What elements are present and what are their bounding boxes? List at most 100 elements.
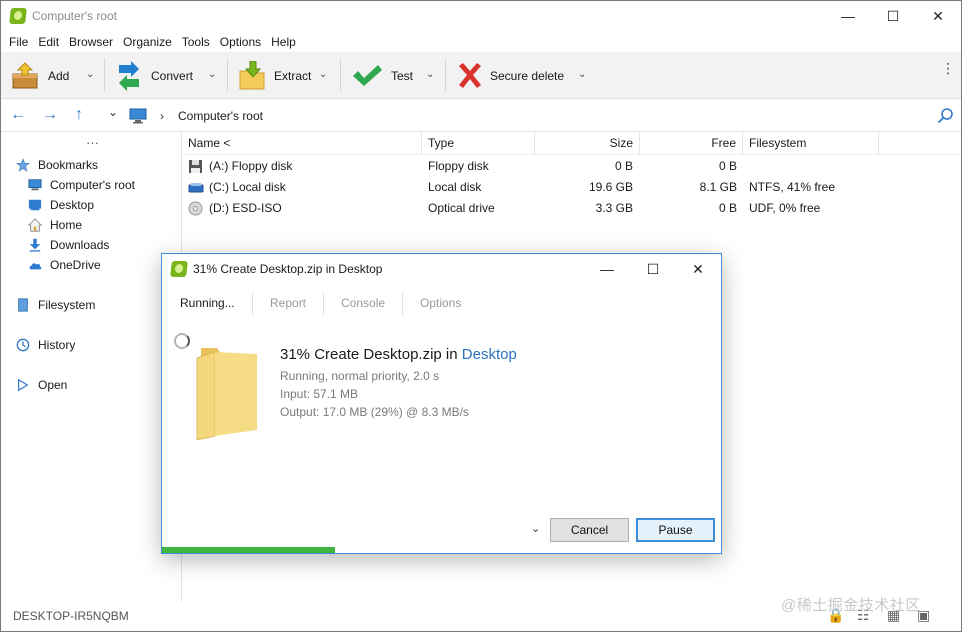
menu-bar: File Edit Browser Organize Tools Options…: [1, 32, 961, 52]
toolbar-divider: [340, 58, 341, 92]
maximize-button[interactable]: ☐: [870, 1, 916, 31]
toolbar-divider: [104, 58, 105, 92]
add-archive-icon: [12, 61, 38, 88]
tab-console[interactable]: Console: [341, 290, 385, 316]
column-name[interactable]: Name <: [182, 132, 422, 155]
menu-tools[interactable]: Tools: [182, 35, 210, 49]
menu-help[interactable]: Help: [271, 35, 296, 49]
add-dropdown-icon[interactable]: ⌄: [86, 69, 94, 80]
up-arrow-icon[interactable]: ↑: [75, 107, 83, 123]
forward-arrow-icon[interactable]: →: [42, 107, 58, 123]
table-row[interactable]: (A:) Floppy disk Floppy disk 0 B 0 B: [182, 156, 961, 177]
toolbar-more-icon[interactable]: ⋮: [941, 61, 955, 75]
watermark: @稀土掘金技术社区: [781, 597, 921, 614]
progress-bar: [162, 547, 721, 553]
tab-options[interactable]: Options: [420, 290, 461, 316]
menu-edit[interactable]: Edit: [38, 35, 59, 49]
back-arrow-icon[interactable]: ←: [10, 107, 26, 123]
job-output: Output: 17.0 MB (29%) @ 8.3 MB/s: [280, 405, 469, 419]
menu-organize[interactable]: Organize: [123, 35, 172, 49]
row-type: Optical drive: [428, 201, 495, 215]
tab-divider: [323, 292, 324, 316]
destination-link[interactable]: Desktop: [462, 346, 517, 363]
home-icon: [28, 218, 42, 232]
clock-icon: [16, 338, 30, 352]
job-title-text: 31% Create Desktop.zip in: [280, 346, 462, 363]
progress-bar-fill: [162, 547, 336, 553]
sidebar-item-downloads[interactable]: Downloads: [28, 236, 109, 254]
checkmark-icon: [353, 64, 382, 86]
sidebar-item-label: Computer's root: [50, 178, 135, 192]
computer-icon: [28, 179, 42, 191]
sidebar-item-onedrive[interactable]: OneDrive: [28, 256, 101, 274]
pause-button[interactable]: Pause: [636, 518, 715, 542]
column-type[interactable]: Type: [422, 132, 535, 155]
address-path[interactable]: Computer's root: [178, 109, 263, 123]
sidebar-history[interactable]: History: [16, 336, 75, 354]
table-row[interactable]: (C:) Local disk Local disk 19.6 GB 8.1 G…: [182, 177, 961, 198]
address-bar: ← → ↑ ⌄ › Computer's root: [1, 100, 961, 132]
sidebar-bookmarks-header[interactable]: Bookmarks: [16, 156, 98, 174]
add-label: Add: [48, 68, 70, 83]
play-icon: [18, 378, 29, 392]
minimize-button[interactable]: —: [825, 1, 871, 31]
extract-label: Extract: [274, 68, 312, 83]
search-icon[interactable]: [937, 107, 954, 124]
column-filesystem[interactable]: Filesystem: [743, 132, 879, 155]
sidebar-item-desktop[interactable]: Desktop: [28, 196, 94, 214]
secure-delete-button[interactable]: Secure delete: [456, 52, 564, 99]
convert-button[interactable]: Convert: [115, 52, 193, 99]
close-button[interactable]: ✕: [915, 1, 961, 31]
sidebar-bookmarks-label: Bookmarks: [38, 158, 99, 172]
job-status: Running, normal priority, 2.0 s: [280, 369, 440, 383]
table-row[interactable]: (D:) ESD-ISO Optical drive 3.3 GB 0 B UD…: [182, 198, 961, 219]
sidebar-item-home[interactable]: Home: [28, 216, 82, 234]
dialog-minimize-button[interactable]: —: [584, 254, 630, 284]
sidebar-item-label: Downloads: [50, 238, 110, 252]
dialog-close-button[interactable]: ✕: [675, 254, 721, 284]
row-free: 0 B: [718, 201, 737, 215]
extract-dropdown-icon[interactable]: ⌄: [319, 69, 327, 80]
history-dropdown-icon[interactable]: ⌄: [108, 104, 118, 120]
menu-file[interactable]: File: [9, 35, 28, 49]
sidebar-more-icon[interactable]: ···: [86, 135, 99, 150]
folder-icon: [196, 348, 257, 440]
convert-label: Convert: [151, 68, 194, 83]
test-button[interactable]: Test: [351, 52, 413, 99]
file-list-header: Name < Type Size Free Filesystem: [182, 132, 961, 155]
sidebar-item-label: Home: [50, 218, 83, 232]
extract-button[interactable]: Extract: [238, 52, 311, 99]
convert-dropdown-icon[interactable]: ⌄: [208, 69, 216, 80]
progress-dialog: 31% Create Desktop.zip in Desktop — ☐ ✕ …: [161, 253, 722, 554]
desktop-icon: [28, 199, 42, 211]
star-icon: [16, 158, 30, 172]
dialog-more-dropdown-icon[interactable]: ⌄: [531, 522, 540, 535]
drive-icon: [188, 183, 204, 193]
tab-divider: [252, 292, 253, 316]
test-dropdown-icon[interactable]: ⌄: [426, 69, 434, 80]
title-bar[interactable]: Computer's root — ☐ ✕: [1, 1, 961, 32]
dialog-title: 31% Create Desktop.zip in Desktop: [193, 262, 383, 276]
secure-delete-dropdown-icon[interactable]: ⌄: [578, 69, 586, 80]
tab-running[interactable]: Running...: [180, 290, 235, 316]
cloud-icon: [29, 263, 42, 270]
row-type: Local disk: [428, 180, 482, 194]
menu-browser[interactable]: Browser: [69, 35, 113, 49]
tab-report[interactable]: Report: [270, 290, 306, 316]
add-button[interactable]: Add: [10, 52, 69, 99]
sidebar-filesystem[interactable]: Filesystem: [16, 296, 95, 314]
toolbar-divider: [227, 58, 228, 92]
sidebar-open[interactable]: Open: [16, 376, 67, 394]
dialog-title-bar[interactable]: 31% Create Desktop.zip in Desktop — ☐ ✕: [162, 254, 721, 284]
column-size[interactable]: Size: [535, 132, 640, 155]
filesystem-icon: [18, 298, 28, 312]
menu-options[interactable]: Options: [220, 35, 261, 49]
dialog-maximize-button[interactable]: ☐: [630, 254, 676, 284]
job-title: 31% Create Desktop.zip in Desktop: [280, 346, 517, 363]
column-free[interactable]: Free: [640, 132, 743, 155]
sidebar-item-computers-root[interactable]: Computer's root: [28, 176, 135, 194]
secure-delete-label: Secure delete: [490, 68, 565, 83]
cancel-button[interactable]: Cancel: [550, 518, 629, 542]
computer-name: DESKTOP-IR5NQBM: [13, 609, 129, 623]
sidebar: ··· Bookmarks Computer's root Desktop Ho…: [1, 132, 182, 602]
